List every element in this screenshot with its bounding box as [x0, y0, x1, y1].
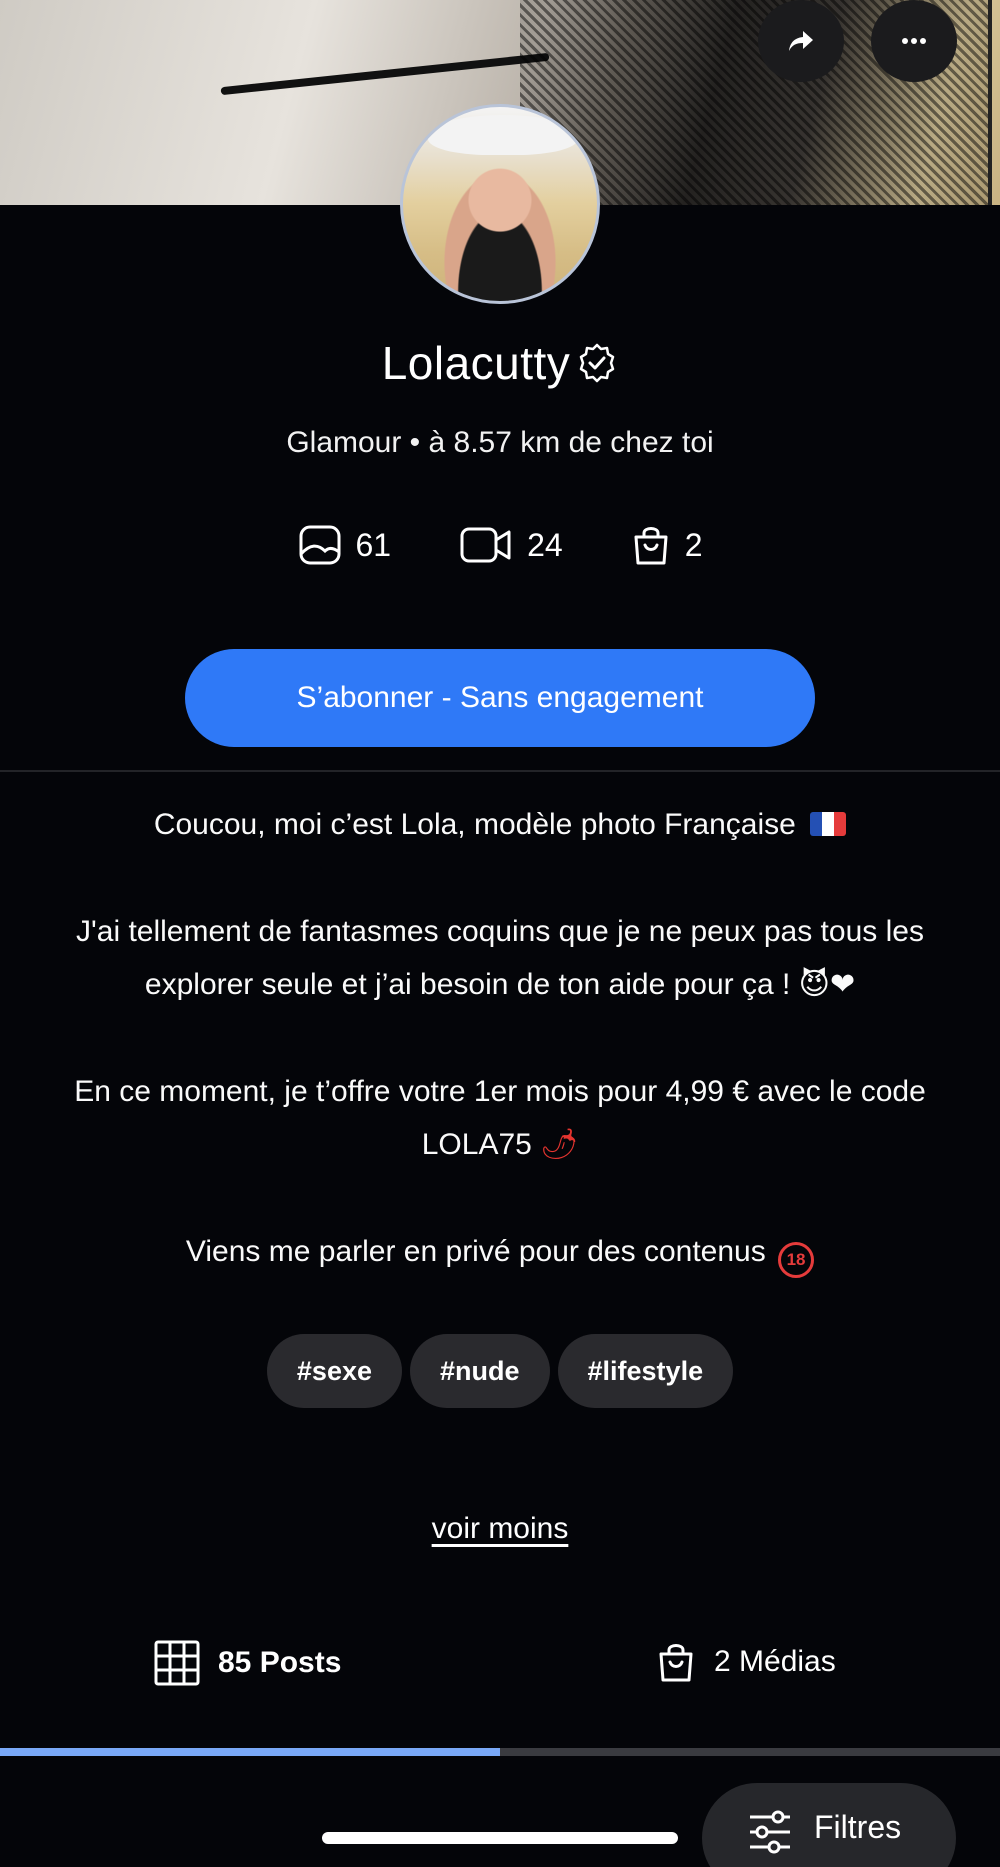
- tag-chip-sexe[interactable]: #sexe: [266, 1334, 402, 1408]
- video-icon: [460, 527, 511, 563]
- chili-emoji-icon: 🌶: [540, 1127, 579, 1162]
- photo-icon: [299, 525, 340, 565]
- bio-paragraph: En ce moment, je t’offre votre 1er mois …: [40, 1065, 960, 1171]
- sliders-icon: [750, 1810, 790, 1854]
- stat-videos: 24: [459, 523, 563, 567]
- profile-bio: Coucou, moi c’est Lola, modèle photo Fra…: [40, 798, 960, 1278]
- bag-icon: [659, 1644, 693, 1682]
- tab-posts[interactable]: 85 Posts: [154, 1640, 341, 1686]
- bag-icon: [634, 527, 668, 565]
- profile-subtitle: Glamour • à 8.57 km de chez toi: [286, 426, 714, 459]
- divider: [0, 770, 1000, 772]
- stat-photos-count: 61: [355, 526, 392, 563]
- avatar-cap: [428, 115, 578, 155]
- bio-paragraph: J'ai tellement de fantasmes coquins que …: [40, 905, 960, 1011]
- avatar[interactable]: [400, 104, 600, 304]
- french-flag-icon: [810, 812, 847, 836]
- tab-posts-label: 85 Posts: [218, 1646, 342, 1679]
- bio-paragraph: Viens me parler en privé pour des conten…: [40, 1225, 960, 1278]
- filters-button[interactable]: Filtres: [702, 1783, 956, 1867]
- stat-videos-count: 24: [527, 526, 563, 563]
- adult-18-icon: 18: [778, 1241, 815, 1278]
- more-dots-icon: [902, 38, 926, 44]
- bio-line-3: En ce moment, je t’offre votre 1er mois …: [74, 1075, 926, 1161]
- grid-icon: [154, 1640, 200, 1686]
- devil-heart-emoji-icon: 😈❤: [798, 967, 856, 1002]
- tab-indicator-track: [0, 1748, 1000, 1756]
- stat-products-count: 2: [684, 526, 703, 563]
- bio-line-2: J'ai tellement de fantasmes coquins que …: [76, 915, 924, 1001]
- tag-chip-lifestyle[interactable]: #lifestyle: [557, 1334, 734, 1408]
- verified-badge-icon: [580, 343, 615, 383]
- profile-stats: 61 24 2: [0, 523, 1000, 567]
- tag-list: #sexe #nude #lifestyle: [0, 1334, 1000, 1408]
- home-indicator[interactable]: [322, 1832, 678, 1844]
- stat-photos: 61: [298, 523, 392, 567]
- cover-detail: [220, 52, 550, 96]
- subscribe-button[interactable]: S’abonner - Sans engagement: [185, 649, 815, 747]
- filters-label: Filtres: [814, 1809, 902, 1845]
- tab-medias[interactable]: 2 Médias: [656, 1640, 836, 1684]
- tab-indicator-fill: [0, 1748, 500, 1756]
- cover-edge: [988, 0, 992, 205]
- tab-medias-label: 2 Médias: [714, 1645, 836, 1678]
- bio-paragraph: Coucou, moi c’est Lola, modèle photo Fra…: [40, 798, 960, 851]
- see-less-link[interactable]: voir moins: [0, 1512, 1000, 1546]
- tag-chip-nude[interactable]: #nude: [410, 1334, 550, 1408]
- profile-name-row: Lolacutty: [0, 336, 1000, 390]
- stat-products: 2: [631, 523, 703, 567]
- bio-line-1: Coucou, moi c’est Lola, modèle photo Fra…: [153, 808, 796, 841]
- content-tabs: 85 Posts 2 Médias: [0, 1640, 1000, 1690]
- profile-name: Lolacutty: [381, 337, 571, 389]
- share-arrow-icon: [789, 31, 813, 51]
- more-button[interactable]: [871, 0, 957, 82]
- bio-line-4: Viens me parler en privé pour des conten…: [185, 1235, 766, 1268]
- share-button[interactable]: [758, 0, 844, 82]
